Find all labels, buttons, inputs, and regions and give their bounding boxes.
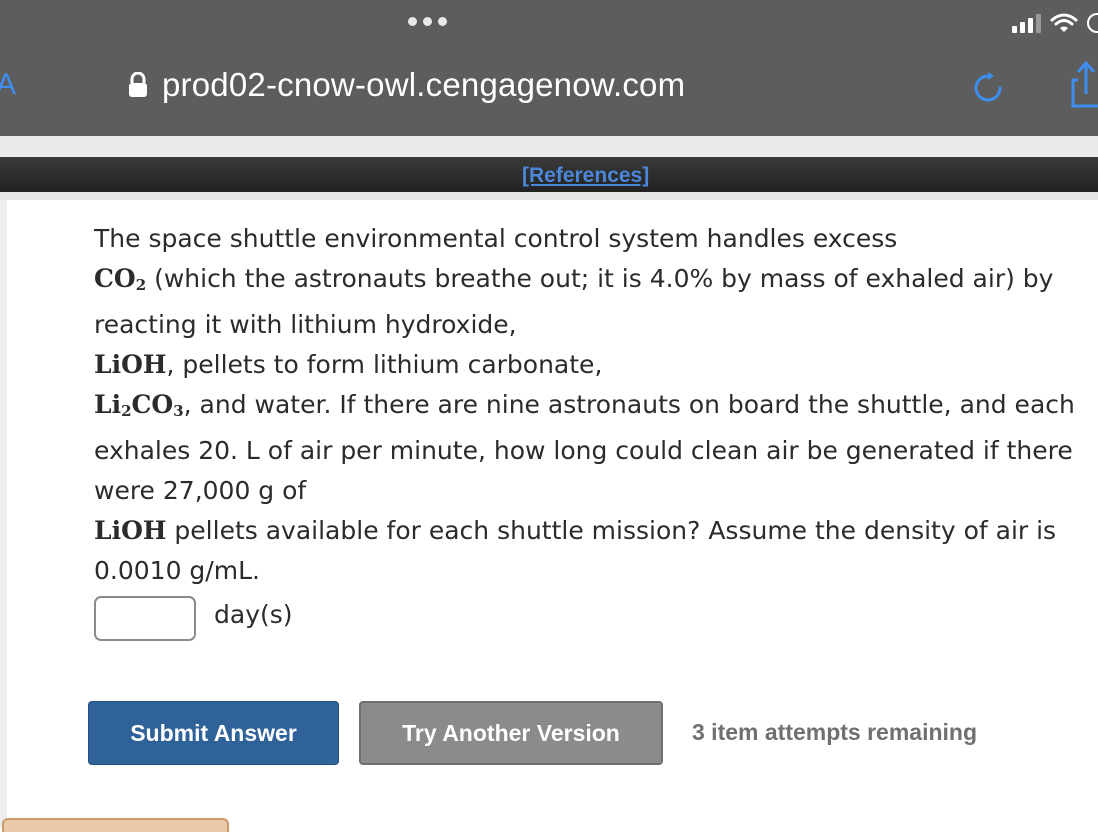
question-line: exhales 20. L of air per minute, how lon…	[94, 436, 1073, 465]
status-bar-icons	[1012, 12, 1098, 34]
formula-lioh: LiOH	[94, 350, 167, 379]
lock-icon	[129, 72, 147, 97]
question-text: The space shuttle environmental control …	[94, 219, 1075, 591]
address-bar[interactable]: prod02-cnow-owl.cengagenow.com	[128, 66, 685, 104]
attempts-remaining-text: 3 item attempts remaining	[692, 719, 978, 745]
answer-unit: day(s)	[214, 600, 293, 629]
left-margin	[0, 200, 7, 828]
formula-co2: CO2	[94, 264, 147, 294]
formula-lioh: LiOH	[94, 516, 167, 545]
question-line: LiOH, pellets to form lithium carbonate,	[94, 350, 603, 379]
question-line: were 27,000 g of	[94, 476, 307, 505]
share-icon[interactable]	[1070, 60, 1098, 108]
browser-toolbar: A prod02-cnow-owl.cengagenow.com	[0, 0, 1098, 136]
submit-answer-button[interactable]: Submit Answer	[88, 701, 339, 765]
battery-icon	[1087, 13, 1098, 33]
question-line: LiOH pellets available for each shuttle …	[94, 516, 1057, 545]
signal-icon	[1012, 14, 1041, 33]
answer-input[interactable]	[94, 596, 196, 641]
formula-li2co3: Li2CO3	[94, 390, 184, 420]
answer-row: day(s)	[94, 596, 293, 641]
try-another-version-button[interactable]: Try Another Version	[359, 701, 663, 765]
wifi-icon	[1050, 13, 1078, 32]
header-gap	[0, 136, 1098, 157]
reload-icon[interactable]	[972, 72, 1004, 104]
multitask-dots-icon[interactable]	[408, 17, 447, 26]
header-divider	[0, 192, 1098, 200]
question-line: Li2CO3, and water. If there are nine ast…	[94, 390, 1075, 420]
references-bar: [References]	[0, 157, 1098, 192]
back-icon[interactable]: A	[0, 70, 16, 100]
bottom-tab[interactable]	[2, 818, 229, 832]
question-line: The space shuttle environmental control …	[94, 224, 898, 253]
question-line: reacting it with lithium hydroxide,	[94, 310, 517, 339]
question-line: CO2 (which the astronauts breathe out; i…	[94, 264, 1054, 294]
question-line: 0.0010 g/mL.	[94, 556, 260, 585]
references-link[interactable]: [References]	[522, 164, 649, 188]
url-text: prod02-cnow-owl.cengagenow.com	[162, 66, 686, 103]
